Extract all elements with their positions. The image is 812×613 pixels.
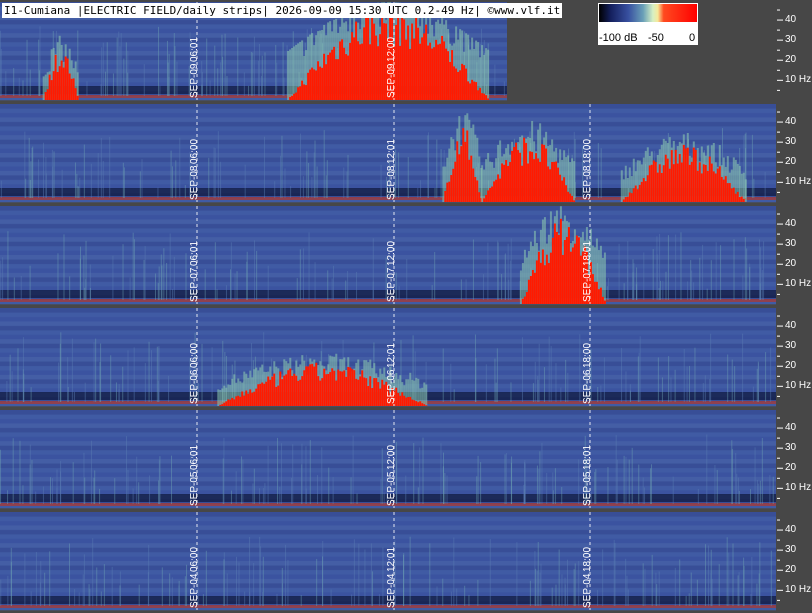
- y-tick-label: 20: [785, 360, 797, 372]
- y-tick-label: 30: [785, 238, 797, 250]
- y-tick-label: 30: [785, 544, 797, 556]
- strip-date-label: SEP-06: [386, 369, 397, 404]
- strip-date-label: SEP-08: [189, 165, 200, 200]
- strip-date-label: SEP-09: [386, 63, 397, 98]
- strip-date-label: SEP-07: [386, 267, 397, 302]
- y-tick-label: 10 Hz: [785, 482, 812, 494]
- y-tick-label: 40: [785, 14, 797, 26]
- strip-date-label: SEP-04: [189, 573, 200, 608]
- color-legend: -100 dB -50 0: [598, 3, 698, 45]
- strip-time-label: 12:01: [386, 342, 397, 368]
- y-tick-label: 20: [785, 258, 797, 270]
- strip-date-label: SEP-07: [582, 267, 593, 302]
- strip-time-label: 12:00: [386, 36, 397, 62]
- strip-time-label: 18:00: [582, 342, 593, 368]
- spectrogram-page: I1-Cumiana |ELECTRIC FIELD/daily strips|…: [0, 0, 812, 613]
- strip-time-label: 18:01: [582, 240, 593, 266]
- y-tick-label: 20: [785, 564, 797, 576]
- legend-min-label: -100 dB: [599, 32, 638, 44]
- strip-date-label: SEP-05: [189, 471, 200, 506]
- strip-time-label: 06:00: [189, 138, 200, 164]
- strip-time-label: 06:01: [189, 444, 200, 470]
- strip-date-label: SEP-05: [582, 471, 593, 506]
- y-tick-label: 20: [785, 462, 797, 474]
- y-tick-label: 10 Hz: [785, 584, 812, 596]
- strip-time-label: 18:01: [582, 444, 593, 470]
- y-tick-label: 40: [785, 218, 797, 230]
- strip-date-label: SEP-09: [189, 63, 200, 98]
- y-tick-label: 30: [785, 34, 797, 46]
- strip-date-label: SEP-04: [386, 573, 397, 608]
- y-tick-label: 20: [785, 54, 797, 66]
- legend-gradient-bar: [599, 4, 697, 22]
- strip-date-label: SEP-06: [582, 369, 593, 404]
- y-tick-label: 30: [785, 340, 797, 352]
- y-tick-label: 40: [785, 116, 797, 128]
- strip-time-label: 12:00: [386, 240, 397, 266]
- y-tick-label: 40: [785, 524, 797, 536]
- strip-time-label: 06:00: [189, 342, 200, 368]
- y-tick-label: 40: [785, 422, 797, 434]
- y-tick-label: 10 Hz: [785, 176, 812, 188]
- strip-time-label: 18:00: [582, 546, 593, 572]
- strip-date-label: SEP-08: [386, 165, 397, 200]
- strip-time-label: 06:01: [189, 36, 200, 62]
- y-tick-label: 10 Hz: [785, 278, 812, 290]
- strip-time-label: 12:01: [386, 546, 397, 572]
- y-tick-label: 20: [785, 156, 797, 168]
- strip-time-label: 12:00: [386, 444, 397, 470]
- chart-title: I1-Cumiana |ELECTRIC FIELD/daily strips|…: [2, 3, 563, 18]
- y-tick-label: 30: [785, 442, 797, 454]
- strip-date-label: SEP-04: [582, 573, 593, 608]
- y-tick-label: 10 Hz: [785, 74, 812, 86]
- y-tick-label: 10 Hz: [785, 380, 812, 392]
- strip-date-label: SEP-08: [582, 165, 593, 200]
- strip-date-label: SEP-07: [189, 267, 200, 302]
- legend-max-label: 0: [689, 32, 696, 44]
- strip-time-label: 18:00: [582, 138, 593, 164]
- strip-time-label: 06:00: [189, 546, 200, 572]
- strip-date-label: SEP-06: [189, 369, 200, 404]
- legend-mid-label: -50: [648, 32, 664, 44]
- y-tick-label: 40: [785, 320, 797, 332]
- y-tick-label: 30: [785, 136, 797, 148]
- strip-time-label: 06:01: [189, 240, 200, 266]
- strip-date-label: SEP-05: [386, 471, 397, 506]
- strip-time-label: 12:01: [386, 138, 397, 164]
